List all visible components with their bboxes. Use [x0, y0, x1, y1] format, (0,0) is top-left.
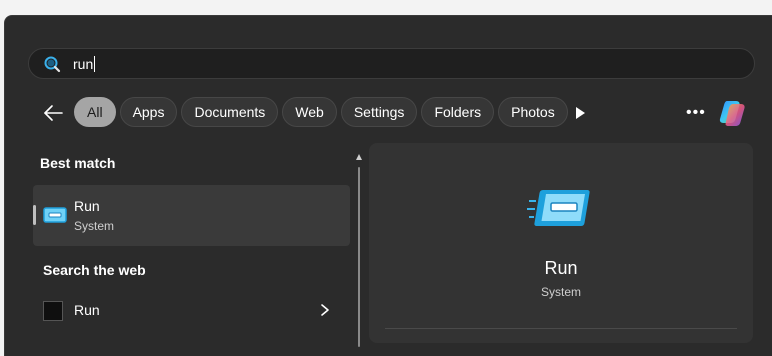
tab-documents[interactable]: Documents [181, 97, 279, 127]
search-the-web-heading: Search the web [43, 262, 146, 278]
tab-apps[interactable]: Apps [119, 97, 178, 127]
chevron-right-icon[interactable] [320, 303, 330, 317]
preview-divider [385, 328, 737, 329]
preview-pane: Run System [369, 143, 753, 343]
result-title: Run [74, 198, 100, 214]
run-app-icon [527, 190, 590, 226]
search-input[interactable]: run [28, 48, 755, 79]
back-arrow-icon[interactable] [42, 103, 64, 123]
tab-photos[interactable]: Photos [498, 97, 568, 127]
tab-all[interactable]: All [74, 97, 116, 127]
text-caret [94, 56, 96, 72]
search-icon [44, 56, 61, 73]
web-result[interactable]: Run [33, 293, 350, 327]
more-icon[interactable]: ••• [686, 104, 706, 122]
results-scrollbar[interactable] [354, 150, 364, 347]
best-match-result[interactable]: Run System [33, 185, 350, 246]
tab-folders[interactable]: Folders [421, 97, 495, 127]
search-value: run [73, 56, 96, 72]
web-thumbnail [43, 301, 63, 321]
preview-title: Run [544, 258, 578, 278]
selection-indicator [33, 205, 36, 225]
filter-tabs: All Apps Documents Web Settings Folders … [74, 97, 568, 127]
scroll-up-icon[interactable] [356, 154, 362, 160]
best-match-heading: Best match [40, 155, 116, 171]
play-icon[interactable] [574, 106, 586, 120]
web-result-title: Run [74, 302, 100, 318]
result-subtitle: System [74, 219, 115, 233]
tab-settings[interactable]: Settings [340, 97, 418, 127]
copilot-icon[interactable] [718, 97, 750, 129]
scrollbar-thumb[interactable] [358, 167, 360, 347]
run-app-icon [43, 207, 67, 223]
tab-web[interactable]: Web [282, 97, 337, 127]
preview-subtitle: System [540, 285, 581, 299]
